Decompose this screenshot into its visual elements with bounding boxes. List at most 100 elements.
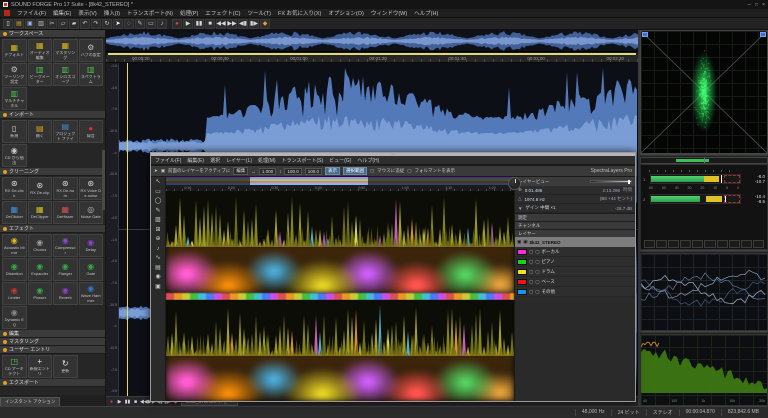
follow-mouse-checkbox[interactable]: ▢: [370, 168, 374, 174]
menu-item[interactable]: ウィンドウ(W): [371, 9, 407, 17]
transport-icon[interactable]: ▶▶: [227, 19, 237, 29]
mini-transport-icon[interactable]: ▮▮: [124, 399, 131, 405]
transport-icon[interactable]: ◀▮: [238, 19, 248, 29]
section-measure[interactable]: 測定: [515, 213, 635, 221]
layer-solo-checkbox[interactable]: ▢: [535, 259, 539, 265]
spectralayers-menu-item[interactable]: レイヤー(L): [226, 157, 252, 164]
tool-icon[interactable]: ▣: [155, 284, 161, 291]
spectralayers-menu-item[interactable]: 処理(M): [258, 157, 276, 164]
section-cleaning[interactable]: クリーニング: [0, 168, 105, 176]
cleaning-button[interactable]: ⊛RX Voice De-noise: [79, 177, 104, 200]
toolbar-icon[interactable]: ▥: [36, 19, 46, 29]
transport-icon[interactable]: ■: [205, 19, 215, 29]
layer-visibility-checkbox[interactable]: ▢: [529, 269, 533, 275]
time-ruler[interactable]: 00:00:2000:00:4000:01:0000:01:2000:01:40…: [106, 55, 638, 63]
section-edit[interactable]: 編集: [0, 330, 105, 338]
toolbar-icon[interactable]: ↷: [91, 19, 101, 29]
loop-region-bar[interactable]: [106, 52, 638, 55]
minimize-button[interactable]: ─: [748, 2, 752, 8]
spectralayers-menu-item[interactable]: 選択: [210, 157, 220, 164]
toolbar-icon[interactable]: ▭: [146, 19, 156, 29]
h-zoom-value[interactable]: 1.000: [259, 168, 276, 175]
workspace-button[interactable]: ⚙ハブの設定: [79, 39, 104, 62]
transport-icon[interactable]: ▮▮: [194, 19, 204, 29]
effect-button[interactable]: ◉Chorus: [28, 234, 53, 257]
section-mastering[interactable]: マスタリング: [0, 338, 105, 346]
section-workspace[interactable]: ワークスペース: [0, 30, 105, 38]
selection-button[interactable]: 選択範囲: [343, 167, 367, 175]
effect-button[interactable]: ◉Acoustic Mirror: [2, 234, 27, 257]
tool-icon[interactable]: ⊞: [155, 227, 160, 234]
cleaning-button[interactable]: ⊛RX De-hum: [53, 177, 78, 200]
toolbar-icon[interactable]: ↶: [80, 19, 90, 29]
spectrogram-top[interactable]: [166, 191, 514, 293]
transport-icon[interactable]: ◆: [260, 19, 270, 29]
workspace-button[interactable]: ▥オシロスコープ: [53, 63, 78, 86]
spectralayers-menu-item[interactable]: ファイル(F): [155, 157, 181, 164]
transport-icon[interactable]: ◀◀: [216, 19, 226, 29]
layer-strip-other[interactable]: [166, 183, 514, 185]
user-entry-button[interactable]: ↻更新: [53, 355, 78, 378]
edit-mode-button[interactable]: 編集: [233, 167, 248, 175]
menu-item[interactable]: エフェクト(C): [205, 9, 240, 17]
import-button[interactable]: ◉CD から抽出: [2, 144, 27, 167]
tool-icon[interactable]: ▭: [155, 189, 161, 196]
display-button[interactable]: 表示: [325, 167, 340, 175]
workspace-button[interactable]: ⚙ツーリング設定: [2, 63, 27, 86]
workspace-button[interactable]: ▥マルチチャネル: [2, 87, 27, 110]
tool-icon[interactable]: ◉: [155, 274, 160, 281]
cleaning-button[interactable]: ⊛RX De-click: [2, 177, 27, 200]
menu-item[interactable]: 挿入(I): [104, 9, 120, 17]
tab-instant-action[interactable]: インスタント アクション: [0, 397, 60, 406]
mini-transport-icon[interactable]: ■: [132, 399, 139, 405]
effect-button[interactable]: ◉Distortion: [2, 258, 27, 281]
dock-icon[interactable]: [760, 32, 766, 37]
overview-waveform[interactable]: [106, 30, 638, 52]
front-layer-checkbox[interactable]: ▣: [161, 168, 165, 174]
spectralayers-menu-item[interactable]: ヘルプ(H): [357, 157, 379, 164]
toolbar-icon[interactable]: ▤: [14, 19, 24, 29]
tool-icon[interactable]: ⊕: [155, 236, 160, 243]
toolbar-icon[interactable]: ▯: [3, 19, 13, 29]
toolbar-icon[interactable]: ➤: [113, 19, 123, 29]
import-button[interactable]: ▤開く: [28, 120, 53, 143]
menu-item[interactable]: オプション(O): [328, 9, 363, 17]
section-export[interactable]: エクスポート: [0, 379, 105, 387]
toolbar-icon[interactable]: ✂: [47, 19, 57, 29]
jog-knob[interactable]: [508, 177, 521, 190]
tool-icon[interactable]: ◯: [155, 198, 162, 205]
layer-row[interactable]: ▢ ▢ その他: [515, 287, 635, 297]
dock-icon[interactable]: [642, 32, 648, 37]
menu-item[interactable]: ファイル(F): [17, 9, 46, 17]
mini-transport-icon[interactable]: ●: [108, 399, 115, 405]
formant-checkbox[interactable]: ▢: [407, 168, 411, 174]
effect-button[interactable]: ◉Compressor: [53, 234, 78, 257]
import-button[interactable]: ▤プロジェクト ファイル: [53, 120, 78, 143]
tool-icon[interactable]: ♪: [157, 246, 160, 253]
toolbar-icon[interactable]: ✎: [135, 19, 145, 29]
toolbar-icon[interactable]: ▣: [25, 19, 35, 29]
workspace-button[interactable]: ▦オーディオ編集: [28, 39, 53, 62]
user-entry-button[interactable]: ◳CD アーキテクト: [2, 355, 27, 378]
effect-button[interactable]: ◉Reverb: [53, 282, 78, 305]
section-effects[interactable]: エフェクト: [0, 225, 105, 233]
effect-button[interactable]: ◉Wave Hammer: [79, 282, 104, 305]
section-channels[interactable]: チャンネル: [515, 221, 635, 229]
layer-row[interactable]: ▢ ▢ ドラム: [515, 267, 635, 277]
maximize-button[interactable]: □: [755, 2, 758, 8]
loop-region[interactable]: [108, 53, 636, 55]
layer-solo-checkbox[interactable]: ▢: [535, 279, 539, 285]
transport-icon[interactable]: ▮▶: [249, 19, 259, 29]
effect-button[interactable]: ◉Phaser: [28, 282, 53, 305]
master-layer-row[interactable]: ▣ ▣ 8k42_STEREO: [515, 237, 635, 247]
layer-solo-checkbox[interactable]: ▢: [535, 249, 539, 255]
workspace-button[interactable]: ▦マスタリング: [53, 39, 78, 62]
effect-button[interactable]: ◉Gate: [79, 258, 104, 281]
layer-row[interactable]: ▢ ▢ ベース: [515, 277, 635, 287]
section-user-entry[interactable]: ユーザー エントリ: [0, 346, 105, 354]
sidebar-scrollbar[interactable]: [102, 150, 105, 210]
tool-icon[interactable]: ✎: [155, 208, 160, 215]
section-layers[interactable]: レイヤー: [515, 229, 635, 237]
layer-solo-checkbox[interactable]: ▢: [535, 269, 539, 275]
tool-icon[interactable]: ▤: [155, 265, 161, 272]
